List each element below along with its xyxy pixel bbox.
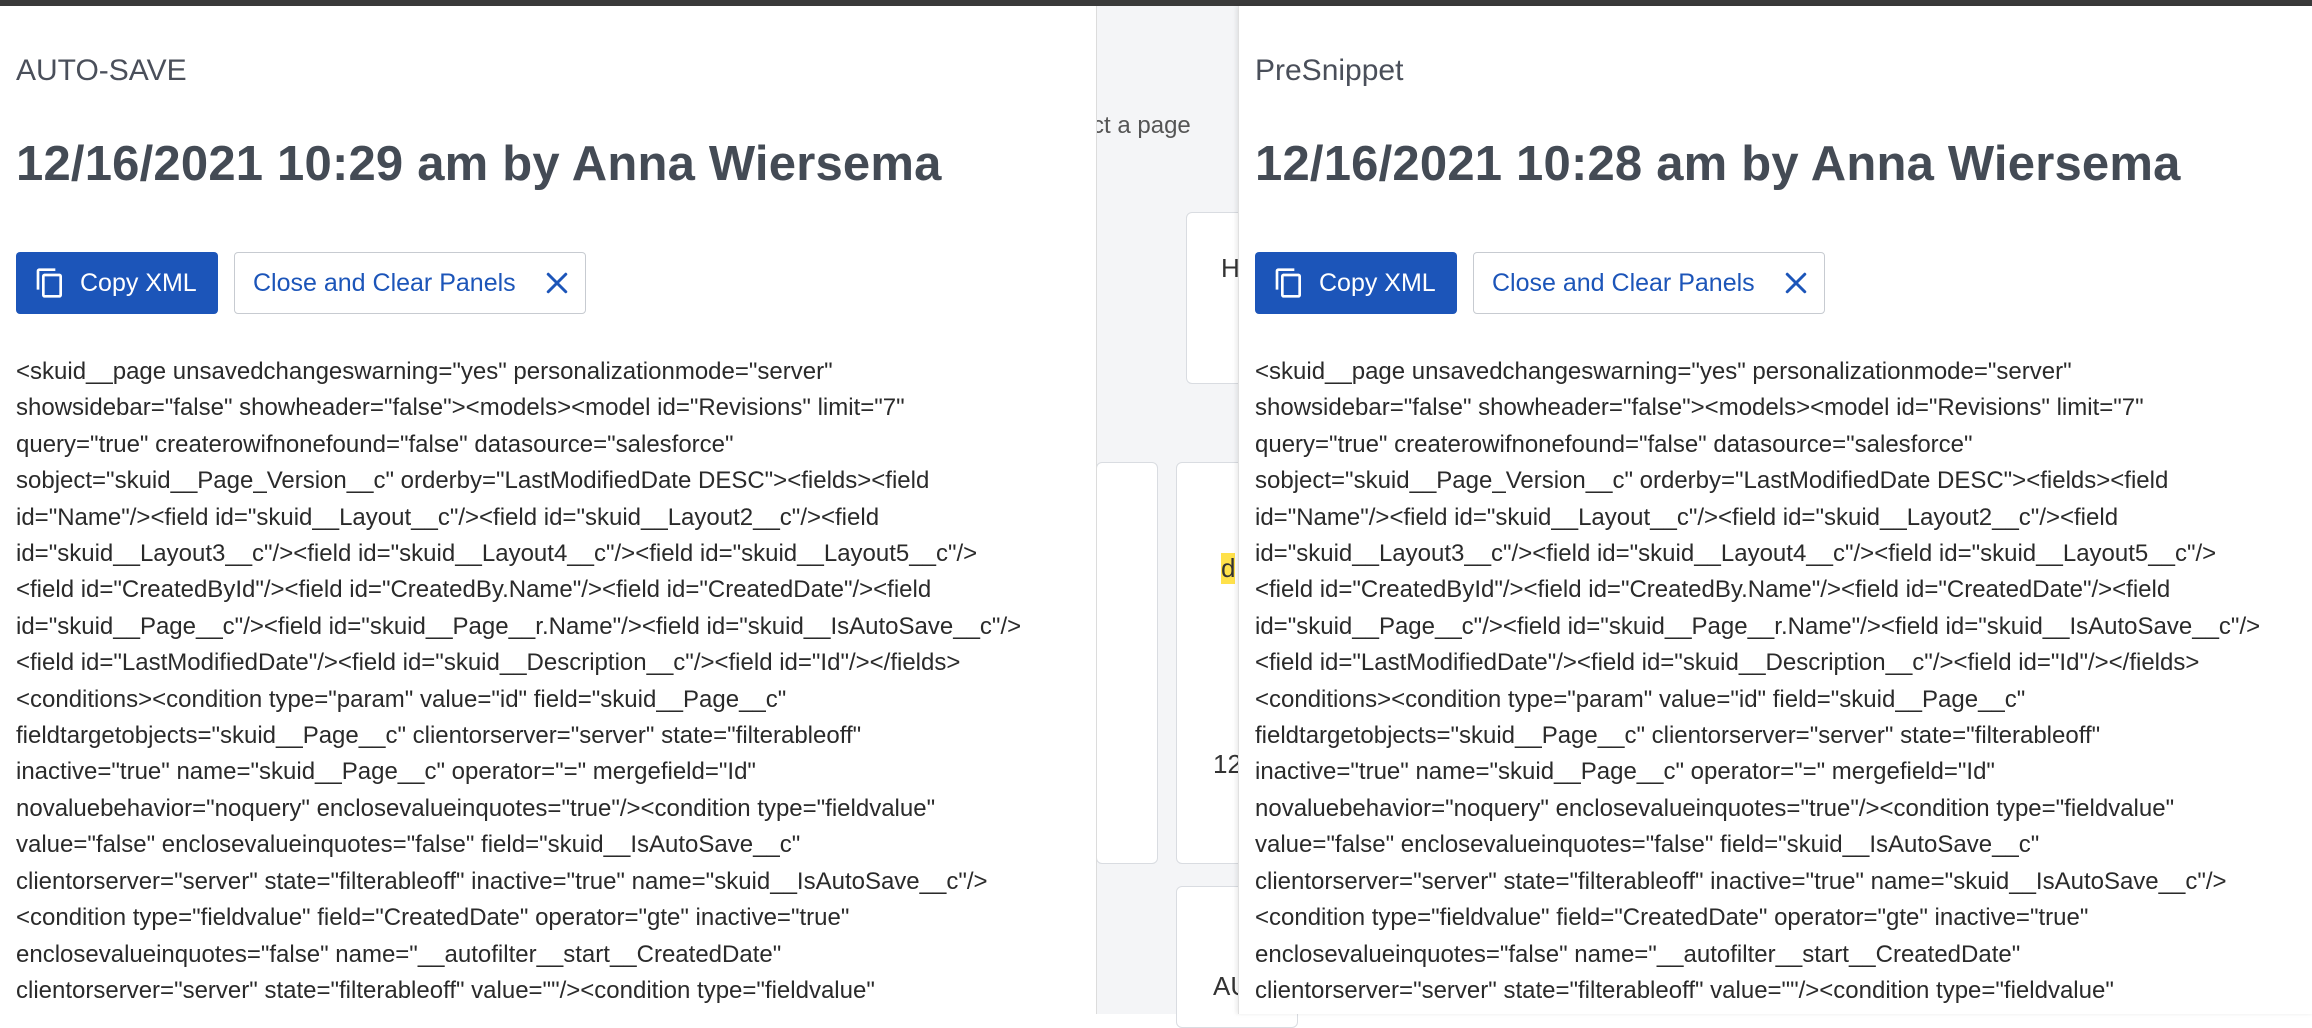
xml-line: <conditions><condition type="param" valu… [1255, 685, 2026, 713]
close-and-clear-label: Close and Clear Panels [253, 268, 516, 297]
xml-line: <field id="LastModifiedDate"/><field id=… [16, 649, 961, 677]
xml-line: sobject="skuid__Page_Version__c" orderby… [16, 467, 930, 495]
xml-line: enclosevalueinquotes="false" name="__aut… [16, 940, 782, 968]
xml-line: <skuid__page unsavedchangeswarning="yes"… [1255, 358, 2072, 385]
xml-line: value="false" enclosevalueinquotes="fals… [16, 831, 801, 859]
xml-line: inactive="true" name="skuid__Page__c" op… [1255, 758, 1995, 786]
copy-icon [1273, 267, 1305, 299]
xml-line: query="true" createrowifnonefound="false… [1255, 430, 1973, 458]
highlighted-text: d [1221, 553, 1236, 584]
xml-line: id="skuid__Layout3__c"/><field id="skuid… [16, 540, 978, 568]
copy-xml-button[interactable]: Copy XML [16, 252, 218, 314]
xml-line: showsidebar="false" showheader="false"><… [16, 394, 905, 422]
xml-line: novaluebehavior="noquery" enclosevaluein… [1255, 794, 2175, 822]
xml-line: clientorserver="server" state="filterabl… [16, 867, 988, 895]
xml-content: <skuid__page unsavedchangeswarning="yes"… [16, 354, 1086, 1014]
xml-content: <skuid__page unsavedchangeswarning="yes"… [1255, 354, 2303, 1014]
xml-line: fieldtargetobjects="skuid__Page__c" clie… [16, 722, 862, 750]
xml-line: clientorserver="server" state="filterabl… [16, 976, 875, 1004]
xml-line: <skuid__page unsavedchangeswarning="yes"… [16, 358, 833, 385]
xml-line: query="true" createrowifnonefound="false… [16, 430, 734, 458]
revision-panel-presnippet: PreSnippet 12/16/2021 10:28 am by Anna W… [1238, 6, 2312, 1014]
xml-line: <field id="CreatedById"/><field id="Crea… [1255, 576, 2171, 604]
xml-line: clientorserver="server" state="filterabl… [1255, 976, 2114, 1004]
close-icon [542, 268, 572, 298]
background-card [1096, 462, 1158, 864]
close-and-clear-panels-button[interactable]: Close and Clear Panels [1473, 252, 1825, 314]
xml-line: fieldtargetobjects="skuid__Page__c" clie… [1255, 722, 2101, 750]
panel-kind-label: PreSnippet [1255, 54, 1404, 87]
xml-line: enclosevalueinquotes="false" name="__aut… [1255, 940, 2021, 968]
panel-title: 12/16/2021 10:28 am by Anna Wiersema [1255, 137, 2181, 191]
xml-line: <field id="LastModifiedDate"/><field id=… [1255, 649, 2200, 677]
panel-kind-label: AUTO-SAVE [16, 54, 187, 87]
close-icon [1781, 268, 1811, 298]
xml-line: id="Name"/><field id="skuid__Layout__c"/… [1255, 503, 2119, 531]
xml-line: inactive="true" name="skuid__Page__c" op… [16, 758, 756, 786]
copy-icon [34, 267, 66, 299]
xml-line: showsidebar="false" showheader="false"><… [1255, 394, 2144, 422]
xml-line: <conditions><condition type="param" valu… [16, 685, 787, 713]
xml-line: <condition type="fieldvalue" field="Crea… [1255, 904, 2089, 932]
xml-line: id="skuid__Page__c"/><field id="skuid__P… [16, 612, 1022, 640]
copy-xml-button[interactable]: Copy XML [1255, 252, 1457, 314]
xml-line: novaluebehavior="noquery" enclosevaluein… [16, 794, 936, 822]
copy-xml-label: Copy XML [80, 268, 197, 297]
close-and-clear-label: Close and Clear Panels [1492, 268, 1755, 297]
xml-line: clientorserver="server" state="filterabl… [1255, 867, 2227, 895]
xml-line: id="skuid__Layout3__c"/><field id="skuid… [1255, 540, 2217, 568]
xml-line: <condition type="fieldvalue" field="Crea… [16, 904, 850, 932]
xml-line: id="skuid__Page__c"/><field id="skuid__P… [1255, 612, 2261, 640]
background-card-letter: H [1221, 253, 1240, 283]
copy-xml-label: Copy XML [1319, 268, 1436, 297]
xml-line: sobject="skuid__Page_Version__c" orderby… [1255, 467, 2169, 495]
xml-line: <field id="CreatedById"/><field id="Crea… [16, 576, 932, 604]
revision-panel-autosave: AUTO-SAVE 12/16/2021 10:29 am by Anna Wi… [0, 6, 1097, 1014]
close-and-clear-panels-button[interactable]: Close and Clear Panels [234, 252, 586, 314]
xml-line: value="false" enclosevalueinquotes="fals… [1255, 831, 2040, 859]
panel-title: 12/16/2021 10:29 am by Anna Wiersema [16, 137, 942, 191]
xml-line: id="Name"/><field id="skuid__Layout__c"/… [16, 503, 880, 531]
